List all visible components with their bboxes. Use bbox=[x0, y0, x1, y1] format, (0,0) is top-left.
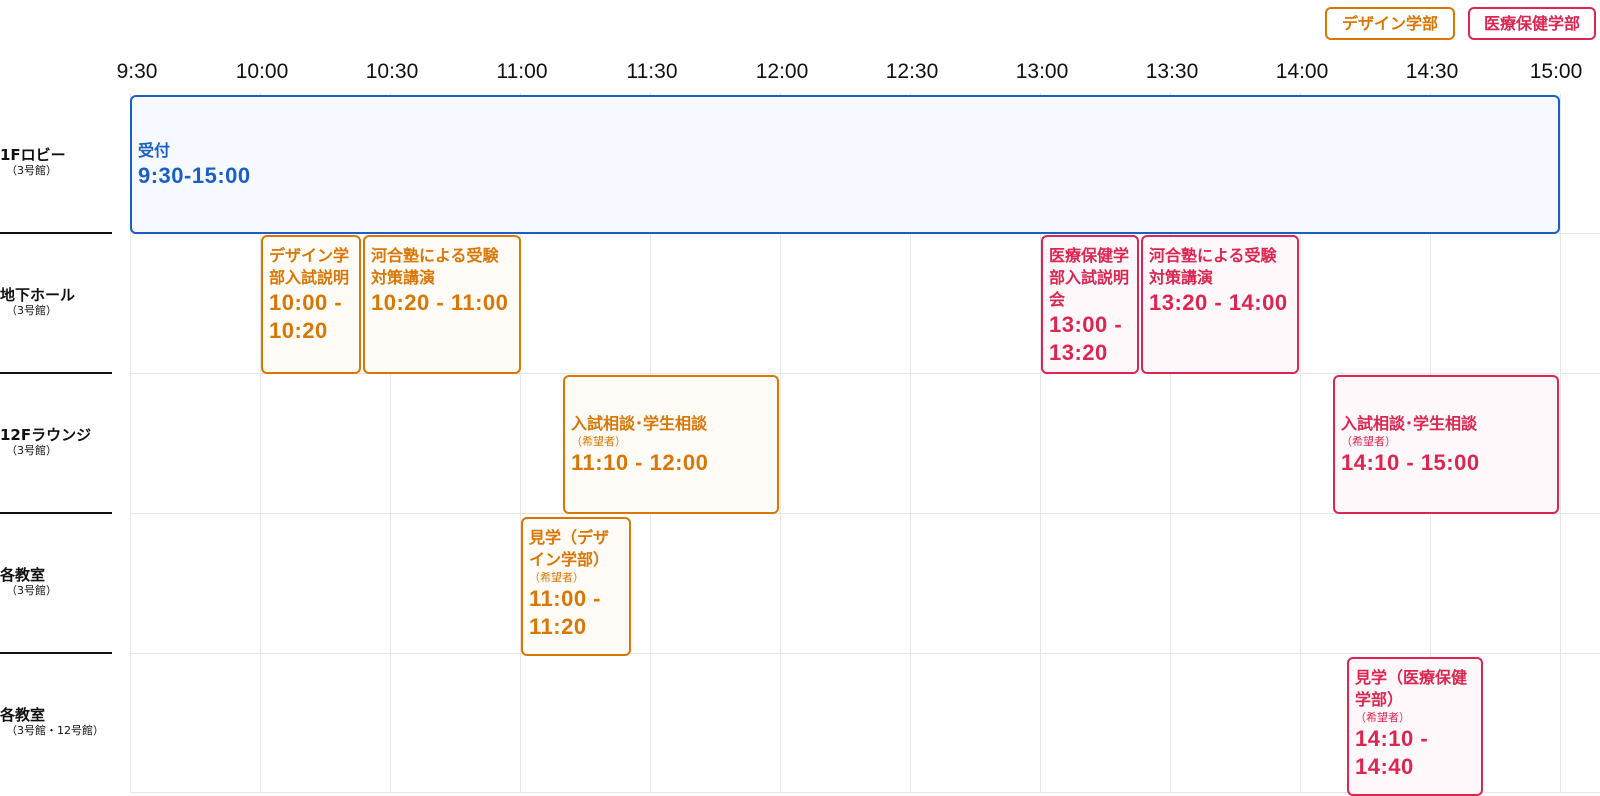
event-title: 医療保健学部入試説明会 bbox=[1049, 246, 1130, 309]
time-label: 9:30 bbox=[116, 60, 158, 83]
time-label: 10:00 bbox=[235, 60, 289, 83]
room-divider bbox=[0, 372, 112, 374]
legend-design-faculty: デザイン学部 bbox=[1325, 7, 1455, 40]
event-tour-medical[interactable]: 見学（医療保健学部） （希望者） 14:10 - 14:40 bbox=[1347, 657, 1483, 796]
room-label-classrooms-12: 各教室 （3号館・12号館） bbox=[0, 706, 112, 738]
event-time: 11:10 - 12:00 bbox=[571, 449, 709, 475]
time-label: 12:30 bbox=[885, 60, 939, 83]
event-title: 見学（デザイン学部） bbox=[529, 528, 610, 569]
time-label: 11:00 bbox=[496, 60, 548, 83]
event-note: （希望者） bbox=[1355, 711, 1410, 724]
room-name: 12Fラウンジ bbox=[0, 426, 92, 444]
event-note: （希望者） bbox=[1341, 434, 1396, 448]
event-title: 見学（医療保健学部） bbox=[1355, 668, 1468, 709]
time-label: 13:30 bbox=[1145, 60, 1199, 83]
time-label: 10:30 bbox=[365, 60, 419, 83]
event-title: 入試相談･学生相談 bbox=[1341, 413, 1478, 433]
grid-line bbox=[1560, 93, 1561, 793]
event-time: 14:10 - 14:40 bbox=[1355, 726, 1429, 779]
room-divider bbox=[0, 232, 112, 234]
time-label: 12:00 bbox=[755, 60, 809, 83]
event-kawai-lecture-medical[interactable]: 河合塾による受験対策講演 13:20 - 14:00 bbox=[1141, 235, 1299, 374]
event-consultation-design[interactable]: 入試相談･学生相談 （希望者） 11:10 - 12:00 bbox=[563, 375, 779, 514]
room-label-lounge: 12Fラウンジ （3号館） bbox=[0, 426, 112, 458]
event-time: 13:20 - 14:00 bbox=[1149, 290, 1288, 315]
event-consultation-medical[interactable]: 入試相談･学生相談 （希望者） 14:10 - 15:00 bbox=[1333, 375, 1559, 514]
room-label-classrooms: 各教室 （3号館） bbox=[0, 566, 112, 598]
event-time: 10:00 - 10:20 bbox=[269, 290, 343, 343]
time-label: 15:00 bbox=[1529, 60, 1583, 83]
grid-line bbox=[130, 653, 1600, 654]
room-label-lobby: 1Fロビー （3号館） bbox=[0, 146, 112, 178]
room-building: （3号館） bbox=[6, 164, 57, 177]
event-title: 受付 bbox=[138, 140, 171, 160]
room-divider bbox=[0, 512, 112, 514]
event-title: デザイン学部入試説明 bbox=[269, 246, 350, 287]
room-name: 各教室 bbox=[0, 566, 46, 584]
time-label: 13:00 bbox=[1015, 60, 1069, 83]
room-name: 各教室 bbox=[0, 706, 46, 724]
room-label-basement-hall: 地下ホール （3号館） bbox=[0, 286, 112, 318]
event-time: 11:00 - 11:20 bbox=[529, 586, 601, 639]
event-medical-briefing[interactable]: 医療保健学部入試説明会 13:00 - 13:20 bbox=[1041, 235, 1139, 374]
time-label: 14:30 bbox=[1405, 60, 1459, 83]
event-reception[interactable]: 受付 9:30-15:00 bbox=[130, 95, 1560, 234]
event-time: 9:30-15:00 bbox=[138, 162, 251, 188]
room-building: （3号館） bbox=[6, 304, 57, 317]
time-label: 14:00 bbox=[1275, 60, 1329, 83]
room-building: （3号館） bbox=[6, 584, 57, 597]
room-building: （3号館） bbox=[6, 444, 57, 457]
event-title: 河合塾による受験対策講演 bbox=[1149, 246, 1277, 287]
event-title: 河合塾による受験対策講演 bbox=[371, 246, 499, 287]
room-building: （3号館・12号館） bbox=[6, 724, 104, 737]
event-design-briefing[interactable]: デザイン学部入試説明 10:00 - 10:20 bbox=[261, 235, 361, 374]
event-note: （希望者） bbox=[529, 571, 584, 584]
event-time: 13:00 - 13:20 bbox=[1049, 312, 1123, 365]
event-tour-design[interactable]: 見学（デザイン学部） （希望者） 11:00 - 11:20 bbox=[521, 517, 631, 656]
event-kawai-lecture-design[interactable]: 河合塾による受験対策講演 10:20 - 11:00 bbox=[363, 235, 521, 374]
event-time: 14:10 - 15:00 bbox=[1341, 449, 1480, 475]
room-divider bbox=[0, 652, 112, 654]
event-title: 入試相談･学生相談 bbox=[571, 413, 708, 433]
event-note: （希望者） bbox=[571, 434, 626, 448]
room-name: 地下ホール bbox=[0, 286, 76, 304]
room-name: 1Fロビー bbox=[0, 146, 66, 164]
time-label: 11:30 bbox=[626, 60, 678, 83]
legend-medical-faculty: 医療保健学部 bbox=[1468, 7, 1596, 40]
event-time: 10:20 - 11:00 bbox=[371, 290, 509, 315]
